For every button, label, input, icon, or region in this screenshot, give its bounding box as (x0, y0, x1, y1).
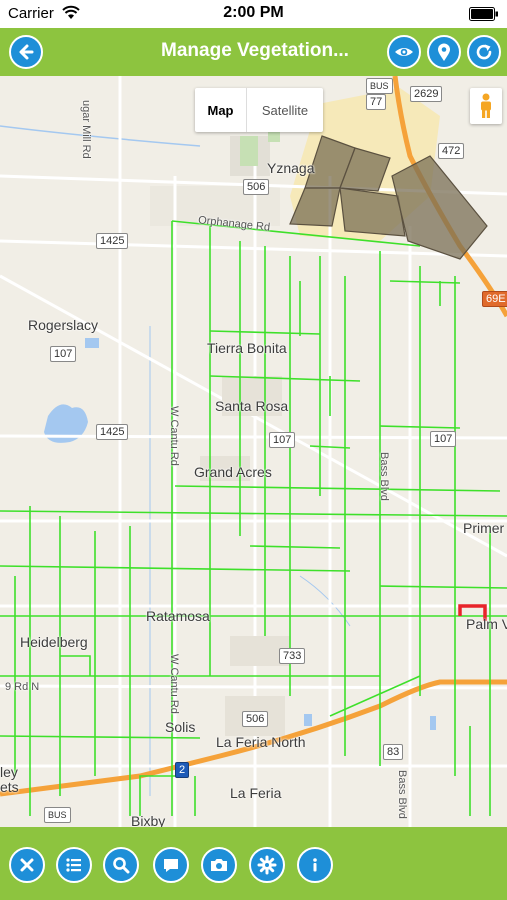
map-type-satellite-button[interactable]: Satellite (247, 88, 323, 132)
map-view[interactable]: Map Satellite Yznaga Rogerslacy Tierra B… (0, 76, 507, 827)
search-icon (113, 857, 130, 874)
place-label: Grand Acres (194, 464, 272, 480)
road-shield: 83 (383, 744, 404, 760)
info-button[interactable] (297, 847, 333, 883)
place-label: Ratamosa (146, 608, 210, 624)
status-time: 2:00 PM (223, 4, 284, 21)
camera-button[interactable] (201, 847, 237, 883)
road-shield: 1425 (96, 233, 129, 249)
road-shield: 107 (269, 432, 296, 448)
road-shield: 2 (175, 762, 190, 778)
comment-button[interactable] (153, 847, 189, 883)
street-view-pegman[interactable] (470, 88, 502, 124)
eye-icon (395, 48, 413, 56)
close-button[interactable] (9, 847, 45, 883)
road-label: W Cantu Rd (168, 654, 180, 714)
road-shield: 69E (482, 291, 507, 307)
refresh-icon (476, 44, 492, 60)
place-label: ley (0, 764, 18, 780)
location-button[interactable] (427, 35, 461, 69)
road-label: 9 Rd N (5, 681, 40, 693)
place-label: Palm V (466, 616, 507, 632)
road-shield: 506 (243, 179, 270, 195)
road-shield: 506 (242, 711, 269, 727)
place-label: ets (0, 779, 19, 795)
back-button[interactable] (9, 35, 43, 69)
road-shield: BUS (44, 807, 71, 823)
bottom-toolbar (0, 827, 507, 900)
road-shield: 472 (438, 143, 465, 159)
place-label: Tierra Bonita (207, 340, 287, 356)
map-type-map-button[interactable]: Map (195, 88, 247, 132)
info-icon (313, 858, 317, 872)
place-label: Bixby (131, 813, 166, 827)
nav-bar: Manage Vegetation... (0, 28, 507, 76)
road-shield: 1425 (96, 424, 129, 440)
chat-icon (164, 859, 178, 872)
road-shield: 107 (430, 431, 457, 447)
map-type-toggle: Map Satellite (195, 88, 323, 132)
location-pin-icon (438, 43, 450, 61)
pegman-icon (481, 93, 491, 118)
refresh-button[interactable] (467, 35, 501, 69)
close-icon (20, 858, 34, 872)
road-label: W Cantu Rd (168, 406, 180, 466)
road-shield: BUS (366, 78, 393, 94)
page-title: Manage Vegetation... (161, 40, 349, 61)
place-label: Solis (165, 719, 196, 735)
battery-icon (469, 7, 498, 21)
road-shield: 2629 (410, 86, 443, 102)
settings-icon (257, 855, 277, 875)
place-label: La Feria (230, 785, 282, 801)
road-shield: 733 (279, 648, 306, 664)
list-icon (66, 858, 81, 872)
list-button[interactable] (56, 847, 92, 883)
status-bar: Carrier 2:00 PM (0, 0, 507, 28)
road-label: ugar Mill Rd (80, 100, 92, 159)
camera-icon (211, 859, 227, 871)
road-shield: 77 (366, 94, 387, 110)
settings-button[interactable] (249, 847, 285, 883)
road-label: Bass Blvd (378, 452, 390, 501)
road-shield: 107 (50, 346, 77, 362)
place-label: Rogerslacy (28, 317, 99, 333)
place-label: Yznaga (267, 160, 315, 176)
road-label: Bass Blvd (396, 770, 408, 819)
back-arrow-icon (19, 44, 34, 60)
place-label: Heidelberg (20, 634, 88, 650)
place-label: La Feria North (216, 734, 306, 750)
search-button[interactable] (103, 847, 139, 883)
view-toggle-button[interactable] (387, 35, 421, 69)
place-label: Santa Rosa (215, 398, 289, 414)
place-label: Primer (463, 520, 505, 536)
